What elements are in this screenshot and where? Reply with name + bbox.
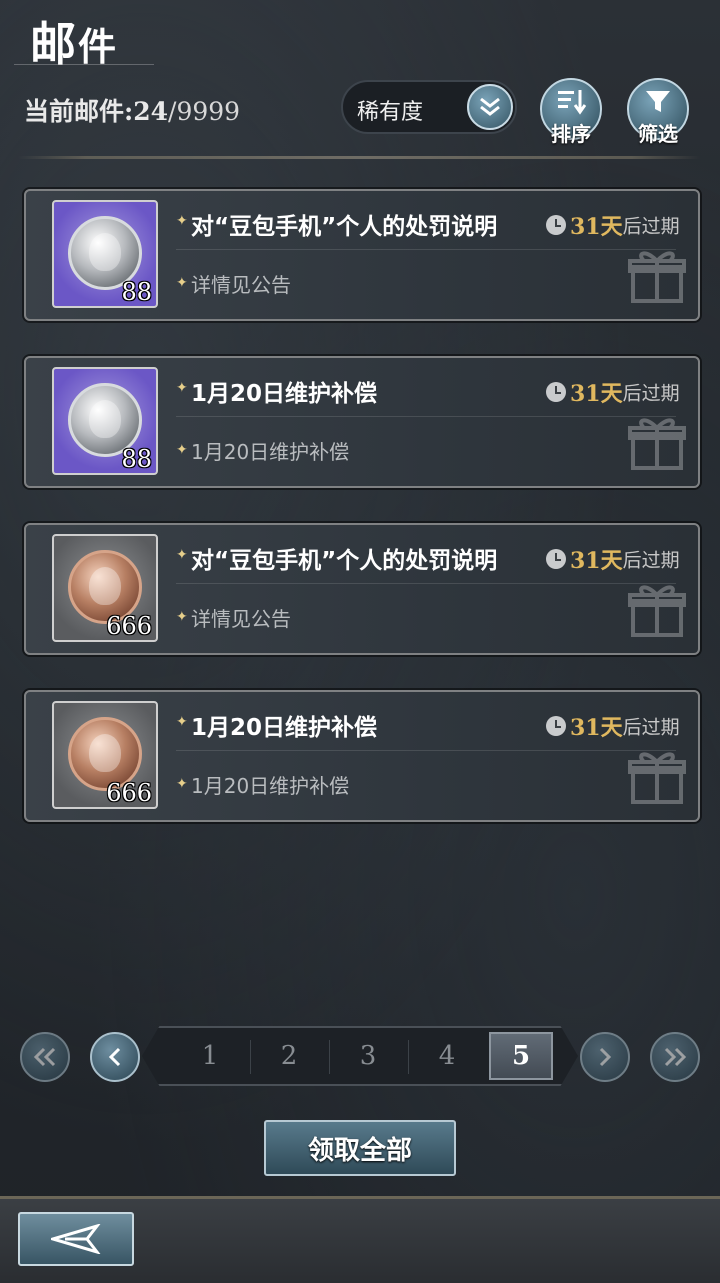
mail-subject: 1月20日维护补偿 [191, 715, 378, 741]
mail-item[interactable]: 88 ✦ 对“豆包手机”个人的处罚说明 31天后过期 ✦ 详情见公告 [24, 189, 700, 321]
sparkle-icon: ✦ [176, 609, 188, 625]
mail-preview: 1月20日维护补偿 [191, 774, 350, 798]
double-chevron-right-icon [664, 1047, 687, 1067]
attachment-quantity: 88 [121, 445, 152, 473]
chevron-left-icon [108, 1047, 121, 1067]
attachment-thumb: 88 [52, 367, 158, 475]
mail-count-label: 当前邮件: [24, 97, 134, 126]
attachment-thumb: 88 [52, 200, 158, 308]
mail-expiry: 31天后过期 [546, 543, 680, 575]
sparkle-icon: ✦ [176, 776, 188, 792]
page-button[interactable]: 4 [415, 1032, 479, 1080]
sparkle-icon: ✦ [176, 275, 188, 291]
gift-icon [628, 251, 686, 303]
filter-button-label: 筛选 [638, 122, 678, 146]
sort-list-icon [558, 90, 586, 115]
mail-expiry: 31天后过期 [546, 710, 680, 742]
last-page-button[interactable] [650, 1032, 700, 1082]
mail-subject: 1月20日维护补偿 [191, 381, 378, 407]
attachment-thumb: 666 [52, 701, 158, 809]
claim-all-button[interactable]: 领取全部 [264, 1120, 456, 1176]
mail-expiry: 31天后过期 [546, 376, 680, 408]
title-divider [14, 64, 154, 65]
first-page-button[interactable] [20, 1032, 70, 1082]
mail-expiry: 31天后过期 [546, 209, 680, 241]
gift-icon [628, 585, 686, 637]
gift-icon [628, 752, 686, 804]
funnel-icon [646, 91, 670, 112]
mail-count-total: /9999 [168, 97, 241, 126]
attachment-thumb: 666 [52, 534, 158, 642]
mail-count-current: 24 [133, 97, 169, 126]
page-button[interactable]: 2 [257, 1032, 321, 1080]
next-page-button[interactable] [580, 1032, 630, 1082]
sparkle-icon: ✦ [176, 547, 188, 563]
attachment-quantity: 666 [106, 612, 152, 640]
back-button[interactable] [18, 1212, 134, 1266]
chevron-right-icon [599, 1047, 612, 1067]
sparkle-icon: ✦ [176, 714, 188, 730]
mail-count: 当前邮件:24/9999 [24, 92, 240, 128]
attachment-quantity: 666 [106, 779, 152, 807]
attachment-quantity: 88 [121, 278, 152, 306]
page-button[interactable]: 3 [336, 1032, 400, 1080]
mail-subject: 对“豆包手机”个人的处罚说明 [191, 214, 498, 240]
mail-item[interactable]: 666 ✦ 对“豆包手机”个人的处罚说明 31天后过期 ✦ 详情见公告 [24, 523, 700, 655]
mail-preview: 详情见公告 [191, 273, 291, 297]
filter-button[interactable]: 筛选 [627, 78, 689, 146]
double-chevron-left-icon [33, 1047, 56, 1067]
clock-icon [546, 215, 566, 235]
clock-icon [546, 716, 566, 736]
clock-icon [546, 549, 566, 569]
rarity-dropdown-value: 稀有度 [357, 100, 424, 125]
sort-button-label: 排序 [551, 122, 591, 146]
sparkle-icon: ✦ [176, 213, 188, 229]
prev-page-button[interactable] [90, 1032, 140, 1082]
page-button-current[interactable]: 5 [489, 1032, 553, 1080]
sparkle-icon: ✦ [176, 380, 188, 396]
mail-item[interactable]: 88 ✦ 1月20日维护补偿 31天后过期 ✦ 1月20日维护补偿 [24, 356, 700, 488]
mail-preview: 详情见公告 [191, 607, 291, 631]
gift-icon [628, 418, 686, 470]
sparkle-icon: ✦ [176, 442, 188, 458]
sort-button[interactable]: 排序 [540, 78, 602, 146]
header-divider [18, 156, 700, 159]
back-arrow-icon [51, 1224, 101, 1254]
clock-icon [546, 382, 566, 402]
mail-item[interactable]: 666 ✦ 1月20日维护补偿 31天后过期 ✦ 1月20日维护补偿 [24, 690, 700, 822]
double-chevron-down-icon[interactable] [467, 84, 513, 130]
mail-subject: 对“豆包手机”个人的处罚说明 [191, 548, 498, 574]
page-button[interactable]: 1 [178, 1032, 242, 1080]
mail-preview: 1月20日维护补偿 [191, 440, 350, 464]
rarity-dropdown[interactable]: 稀有度 [341, 80, 517, 134]
